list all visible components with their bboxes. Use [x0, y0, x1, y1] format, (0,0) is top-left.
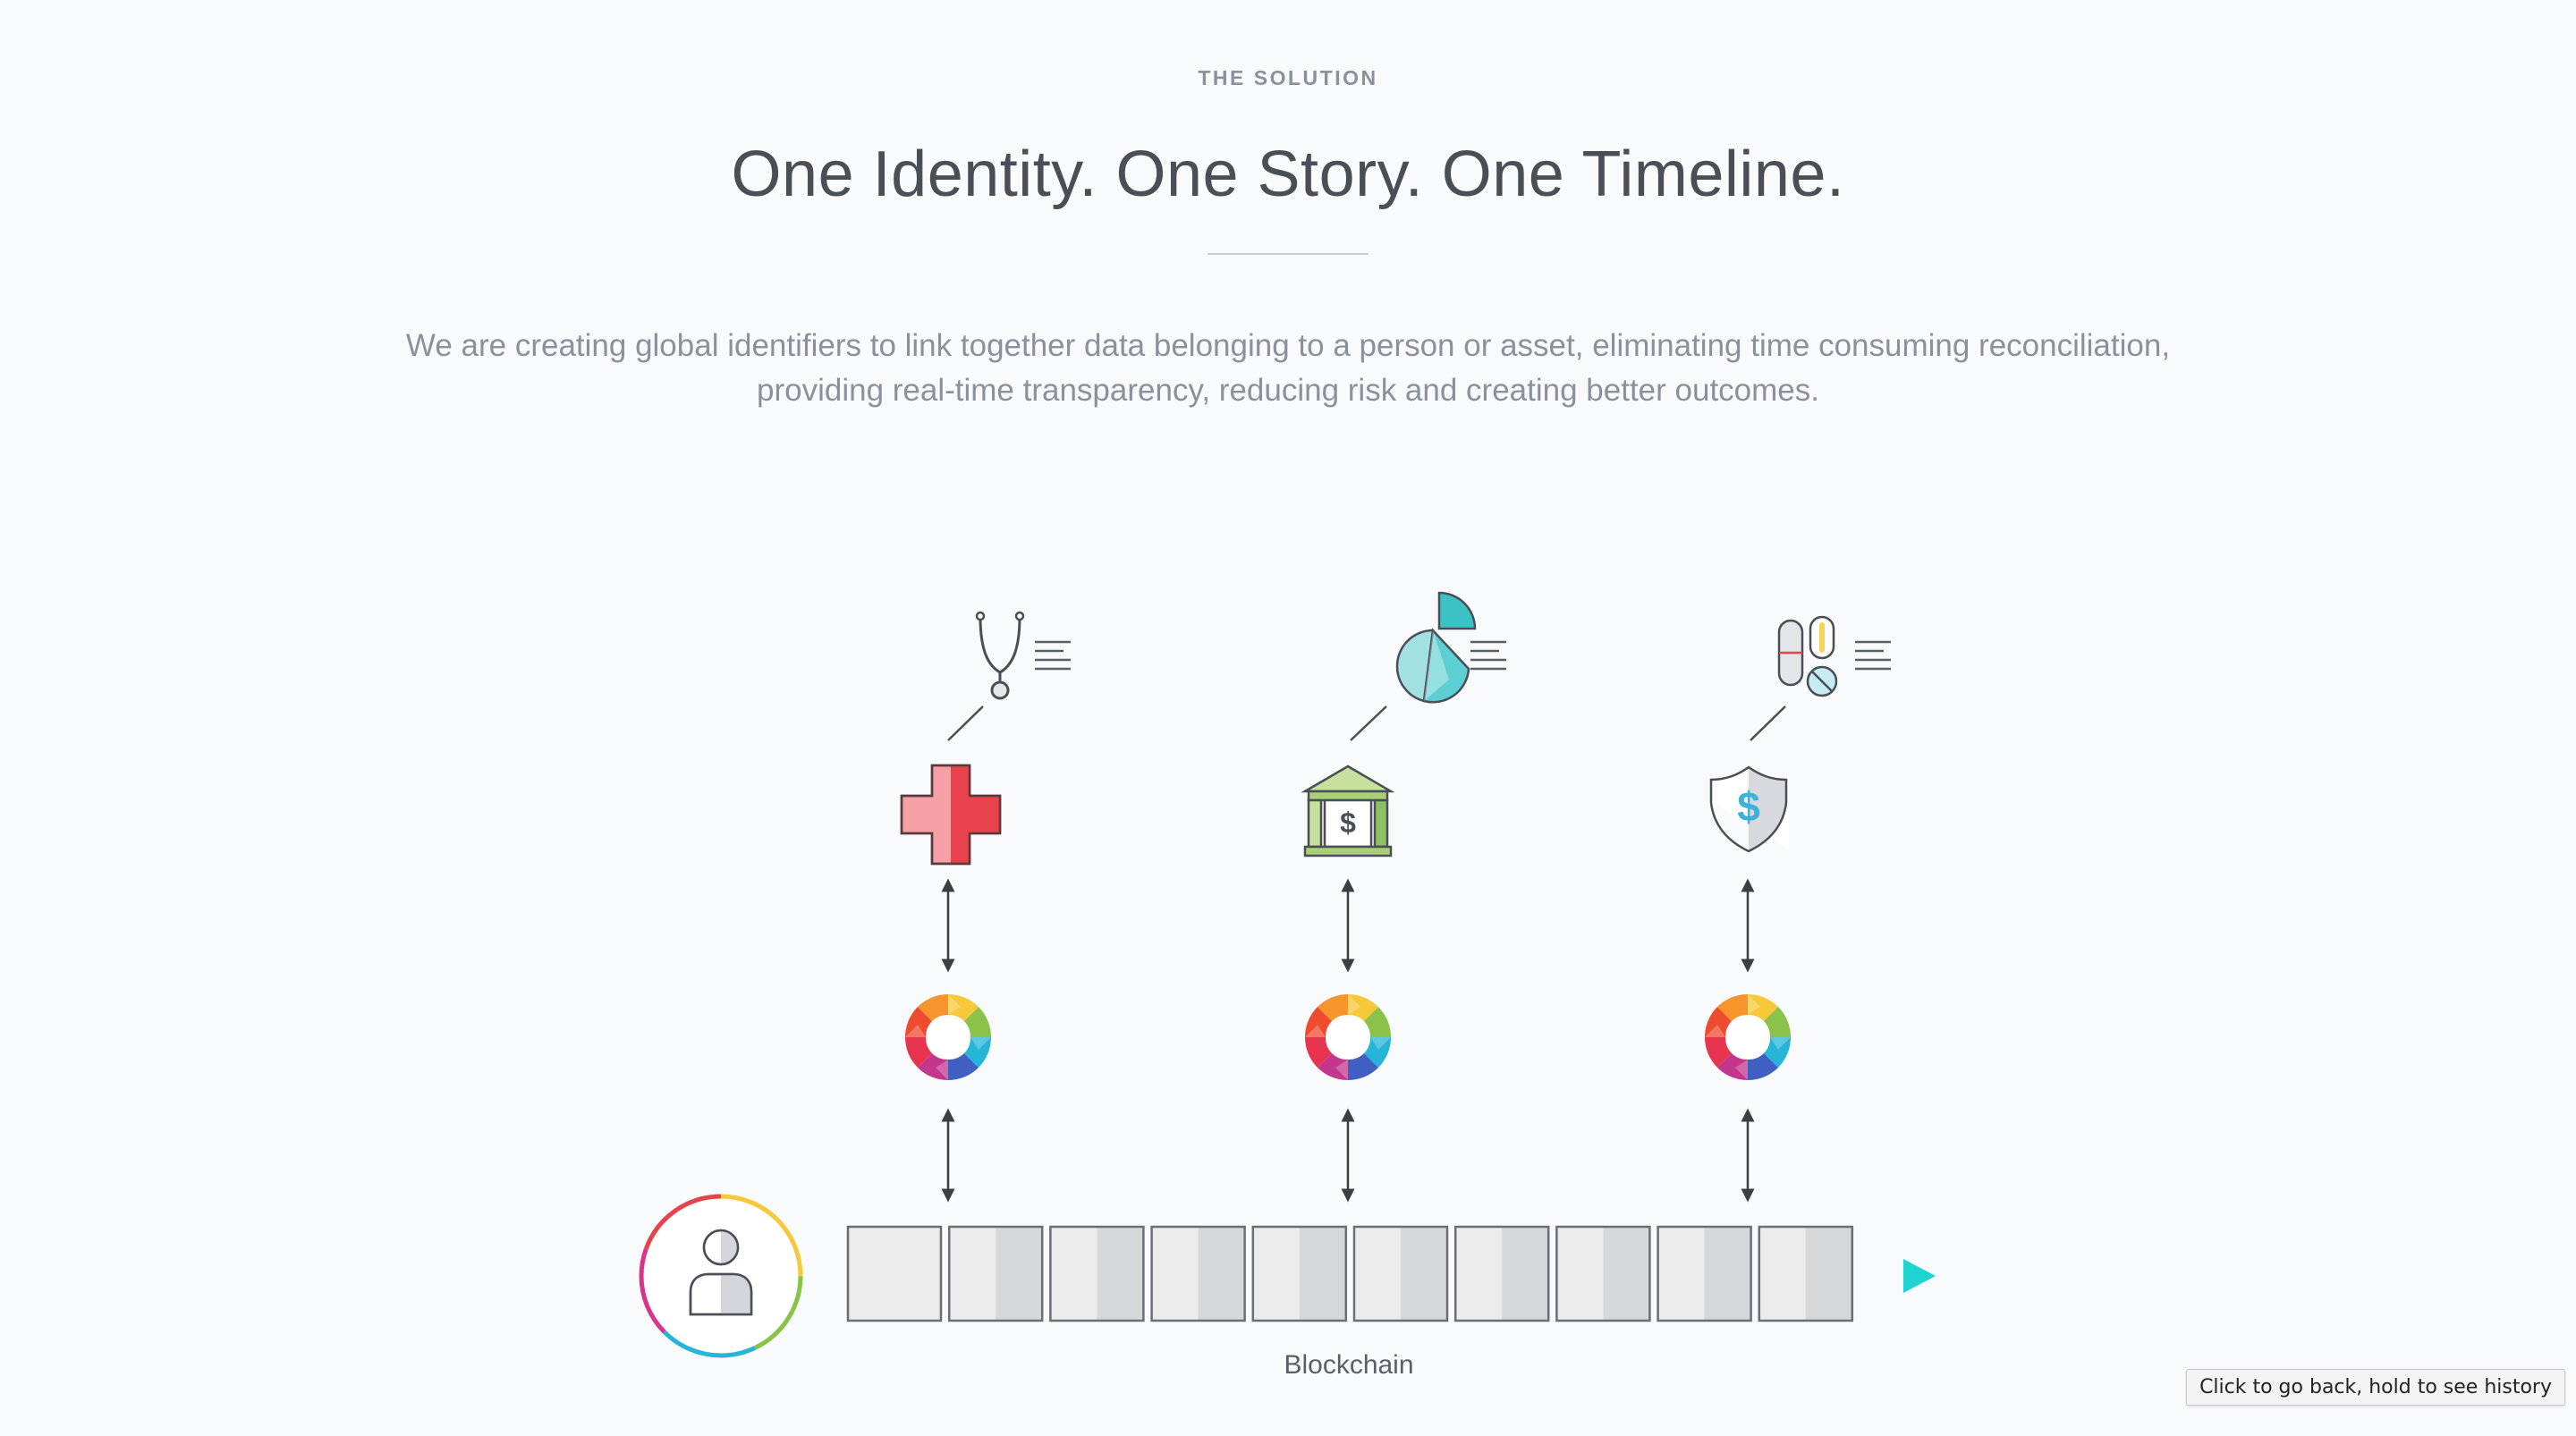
blockchain [846, 1225, 1854, 1322]
chain-block [1657, 1225, 1752, 1322]
medical-cross-icon [900, 764, 1002, 866]
bank-icon: $ [1301, 764, 1395, 857]
blockchain-label: Blockchain [1284, 1350, 1413, 1380]
svg-text:$: $ [1340, 807, 1356, 839]
record-lines-icon [1469, 640, 1508, 671]
chain-block [1251, 1225, 1348, 1322]
chain-block [1150, 1225, 1246, 1322]
chain-block [846, 1225, 943, 1322]
chain-block [1352, 1225, 1449, 1322]
connector-line [947, 705, 984, 741]
connector-line [1350, 705, 1387, 741]
connector-line [1750, 705, 1786, 741]
identity-ring-icon [904, 993, 992, 1081]
identity-diagram: $ $ Blockchain [639, 591, 1936, 1380]
timeline-arrowhead [1903, 1259, 1936, 1293]
record-lines-icon [1853, 640, 1893, 671]
identity-ring-icon [1704, 993, 1792, 1081]
back-button-tooltip: Click to go back, hold to see history [2186, 1369, 2565, 1406]
chain-block [1758, 1225, 1854, 1322]
chain-block [1049, 1225, 1145, 1322]
chain-block [947, 1225, 1044, 1322]
person-identity [639, 1194, 803, 1358]
chain-block [1453, 1225, 1550, 1322]
pills-icon [1777, 615, 1838, 697]
record-lines-icon [1033, 640, 1072, 671]
chain-block [1555, 1225, 1651, 1322]
stethoscope-icon [975, 611, 1025, 700]
svg-text:$: $ [1737, 783, 1760, 830]
identity-ring-icon [1304, 993, 1392, 1081]
insurance-shield-icon: $ [1709, 765, 1789, 853]
pie-chart-icon [1395, 591, 1477, 704]
